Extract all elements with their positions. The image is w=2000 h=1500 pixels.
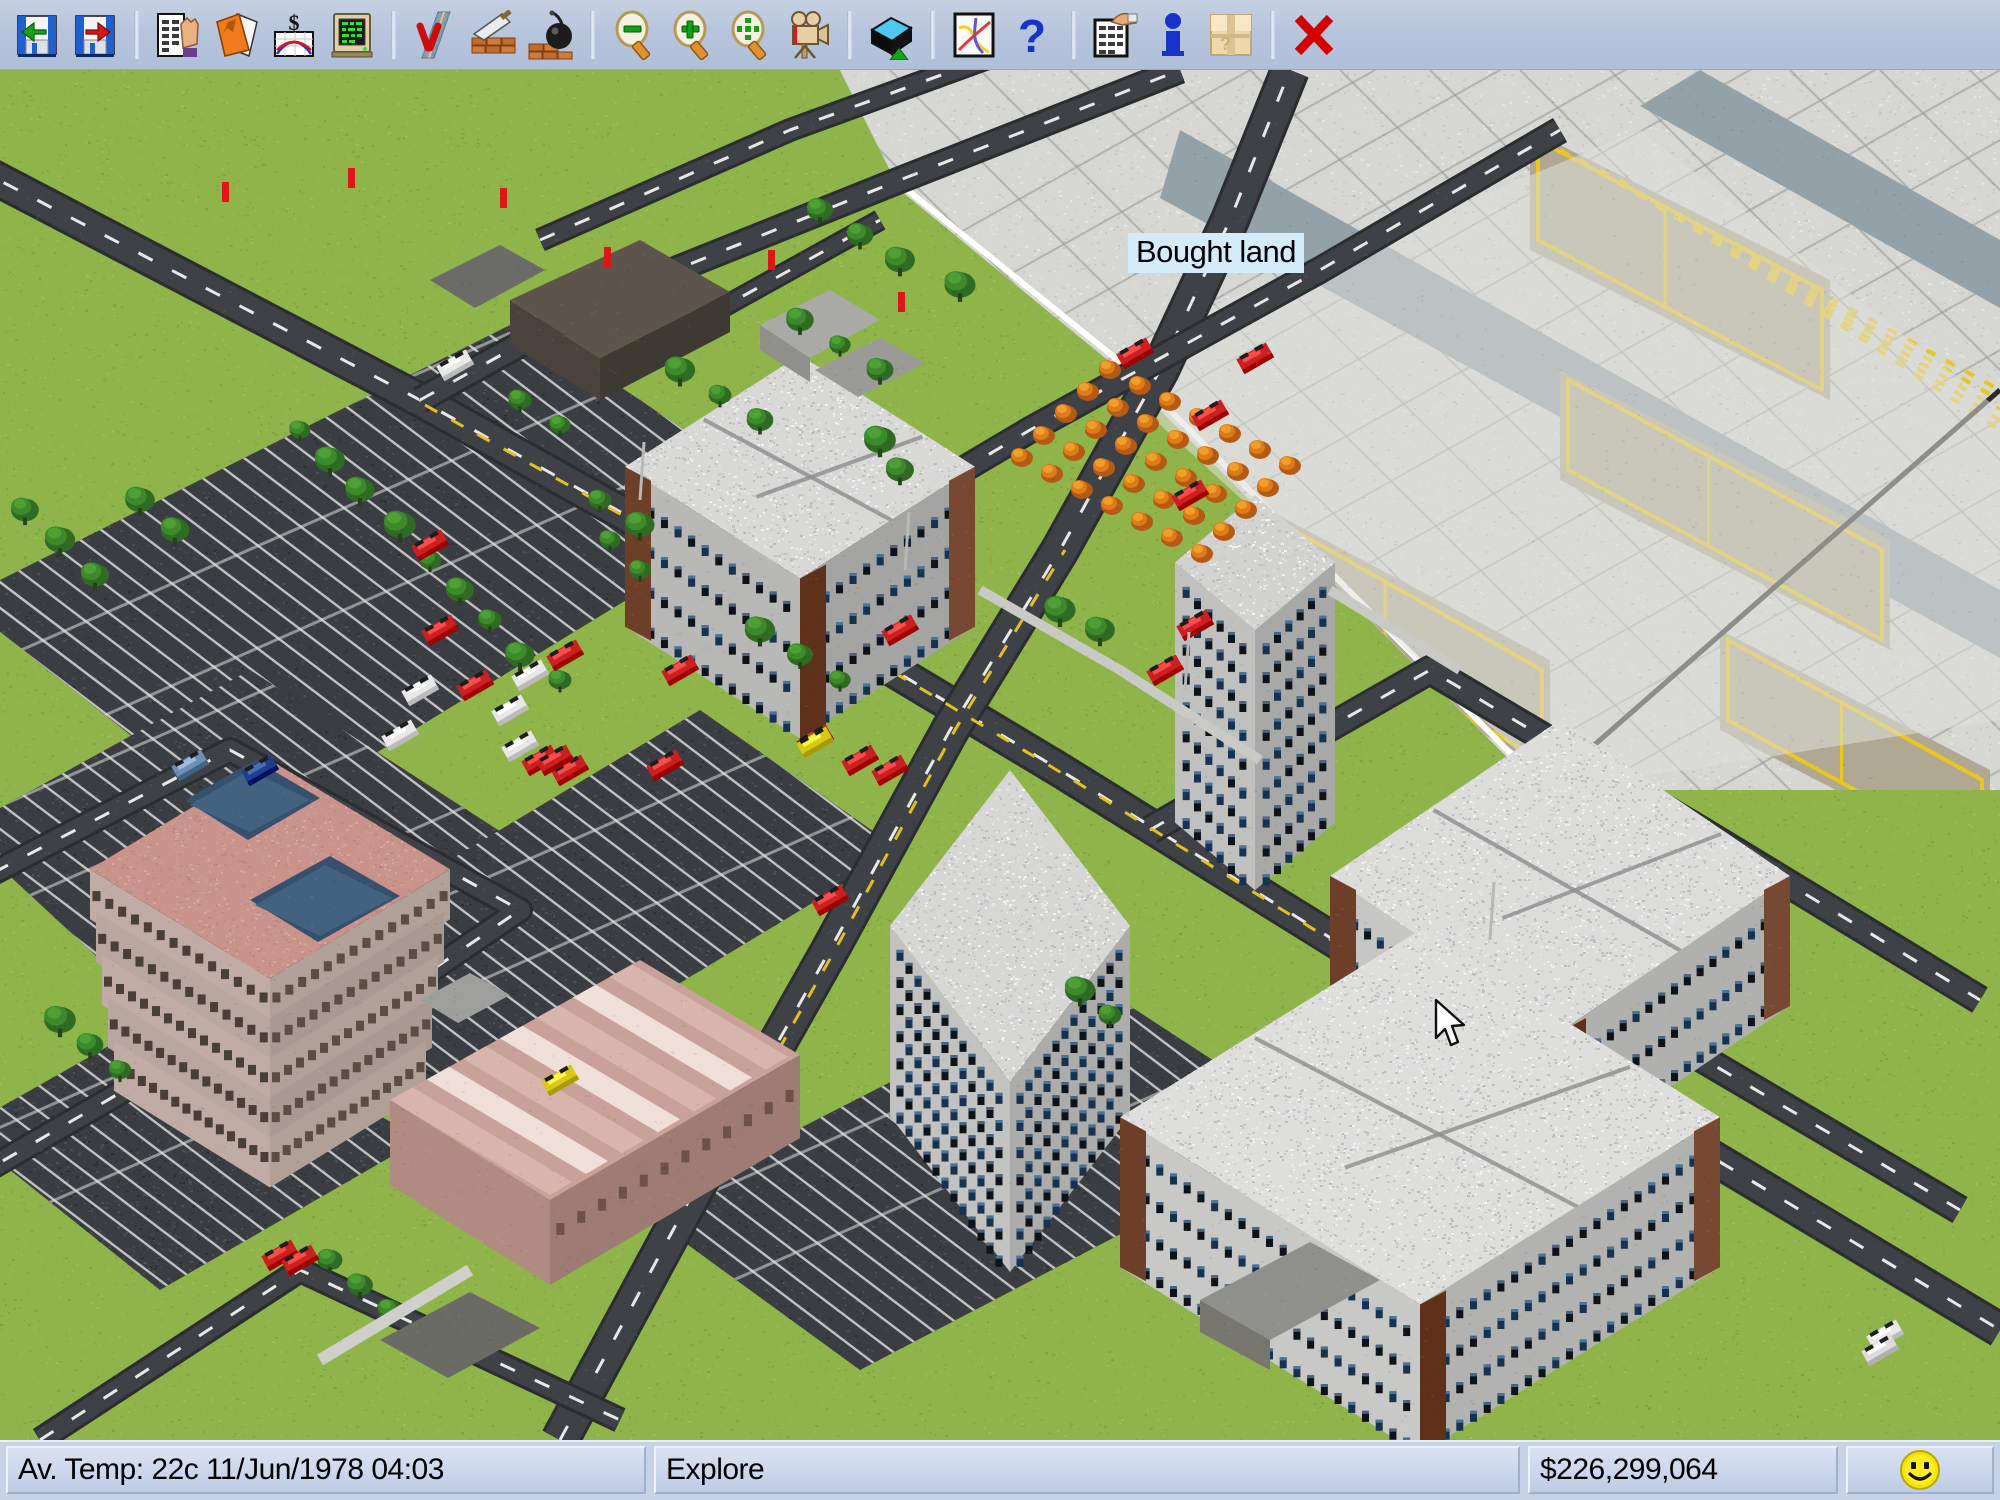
save-game-button[interactable] bbox=[66, 6, 124, 64]
zoom-in-button[interactable] bbox=[663, 6, 721, 64]
floppy-disk-load-icon bbox=[12, 10, 62, 60]
happy-face-icon bbox=[1898, 1448, 1942, 1492]
remove-road-button[interactable] bbox=[406, 6, 464, 64]
toolbar-separator bbox=[847, 11, 852, 59]
svg-text:?: ? bbox=[1220, 34, 1231, 54]
toolbar-separator bbox=[590, 11, 595, 59]
isometric-world-canvas[interactable] bbox=[0, 70, 2000, 1440]
status-bar: Av. Temp: 22c 11/Jun/1978 04:03 Explore … bbox=[0, 1440, 2000, 1500]
toolbar-group-help: ? bbox=[945, 6, 1061, 64]
info-i-icon bbox=[1148, 10, 1198, 60]
toolbar-group-misc: ? bbox=[1086, 6, 1260, 64]
bomb-bricks-icon bbox=[526, 10, 576, 60]
cargo-box-icon: ? bbox=[1206, 10, 1256, 60]
finances-button[interactable]: $ bbox=[265, 6, 323, 64]
toolbar-group-terrain bbox=[862, 6, 920, 64]
green-screen-icon bbox=[327, 10, 377, 60]
toolbar-group-exit bbox=[1285, 6, 1343, 64]
line-graph-icon bbox=[949, 10, 999, 60]
trowel-bricks-icon bbox=[468, 10, 518, 60]
magnifier-rotate-icon bbox=[725, 10, 775, 60]
toolbar-group-info: $ bbox=[149, 6, 381, 64]
dollar-graph-icon: $ bbox=[269, 10, 319, 60]
money-text: $226,299,064 bbox=[1540, 1453, 1718, 1487]
bought-land-tooltip: Bought land bbox=[1128, 233, 1304, 273]
cargo-button[interactable]: ? bbox=[1202, 6, 1260, 64]
quit-button[interactable] bbox=[1285, 6, 1343, 64]
toolbar-separator bbox=[134, 11, 139, 59]
floppy-disk-save-icon bbox=[70, 10, 120, 60]
magnifier-plus-icon bbox=[667, 10, 717, 60]
money-panel[interactable]: $226,299,064 bbox=[1528, 1446, 1838, 1494]
hand-list-icon bbox=[1090, 10, 1140, 60]
landscape-button[interactable] bbox=[464, 6, 522, 64]
about-button[interactable] bbox=[1144, 6, 1202, 64]
svg-text:?: ? bbox=[1018, 10, 1046, 60]
question-mark-icon: ? bbox=[1007, 10, 1057, 60]
graphs-button[interactable] bbox=[945, 6, 1003, 64]
screenshot-button[interactable] bbox=[779, 6, 837, 64]
toolbar-separator bbox=[930, 11, 935, 59]
toolbar-separator bbox=[391, 11, 396, 59]
messages-button[interactable] bbox=[1086, 6, 1144, 64]
town-list-button[interactable] bbox=[149, 6, 207, 64]
toolbar-separator bbox=[1270, 11, 1275, 59]
rotate-view-button[interactable] bbox=[721, 6, 779, 64]
scenario-button[interactable] bbox=[323, 6, 381, 64]
help-button[interactable]: ? bbox=[1003, 6, 1061, 64]
magnifier-minus-icon bbox=[609, 10, 659, 60]
status-message-text: Explore bbox=[666, 1453, 764, 1487]
main-toolbar: $ bbox=[0, 0, 2000, 70]
status-message-panel[interactable]: Explore bbox=[654, 1446, 1520, 1494]
toolbar-group-build bbox=[406, 6, 580, 64]
land-block-icon bbox=[866, 10, 916, 60]
toolbar-group-view bbox=[605, 6, 837, 64]
toolbar-group-file bbox=[8, 6, 124, 64]
toolbar-separator bbox=[1071, 11, 1076, 59]
orange-book-icon bbox=[211, 10, 261, 60]
red-x-icon bbox=[1289, 10, 1339, 60]
zoom-out-button[interactable] bbox=[605, 6, 663, 64]
game-viewport[interactable]: Bought land bbox=[0, 70, 2000, 1440]
clipboard-hand-icon bbox=[153, 10, 203, 60]
clock-text: Av. Temp: 22c 11/Jun/1978 04:03 bbox=[18, 1453, 444, 1487]
game-window: $ bbox=[0, 0, 2000, 1500]
load-game-button[interactable] bbox=[8, 6, 66, 64]
demolish-button[interactable] bbox=[522, 6, 580, 64]
movie-camera-icon bbox=[783, 10, 833, 60]
industry-list-button[interactable] bbox=[207, 6, 265, 64]
terraform-button[interactable] bbox=[862, 6, 920, 64]
road-delete-icon bbox=[410, 10, 460, 60]
clock-panel[interactable]: Av. Temp: 22c 11/Jun/1978 04:03 bbox=[6, 1446, 646, 1494]
company-mood-panel[interactable] bbox=[1846, 1446, 1994, 1494]
